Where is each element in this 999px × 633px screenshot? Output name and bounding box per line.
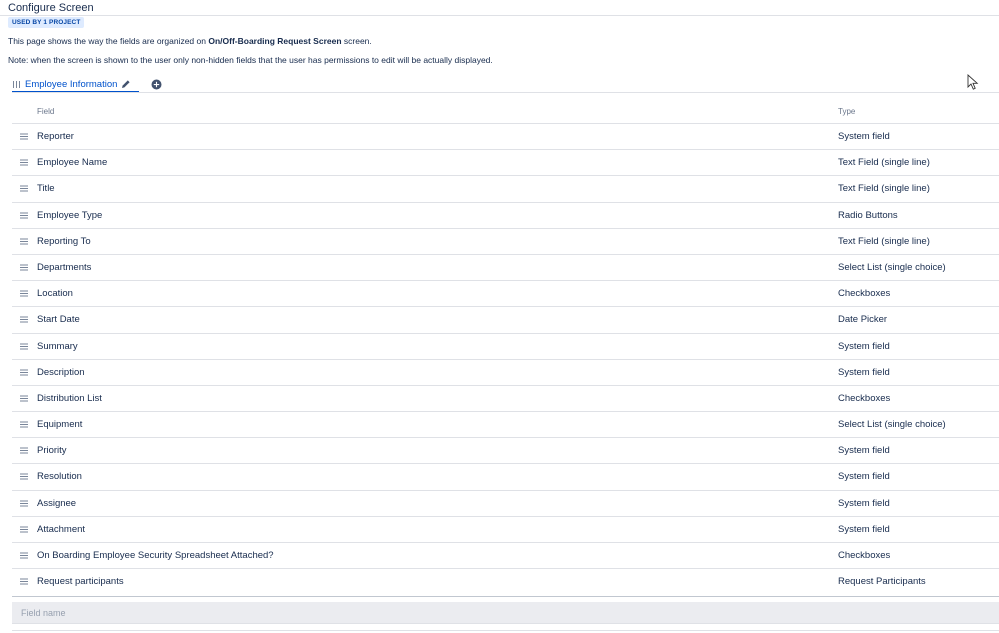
field-name: Assignee (37, 497, 77, 509)
field-type: Checkboxes (838, 392, 891, 404)
description-suffix: screen. (341, 36, 372, 46)
field-type: Select List (single choice) (838, 419, 946, 431)
description-prefix: This page shows the way the fields are o… (8, 36, 209, 46)
field-type: System field (838, 340, 890, 352)
table-row[interactable]: Request participants Request Participants (12, 568, 999, 594)
drag-handle-icon[interactable] (20, 185, 28, 192)
table-row[interactable]: Title Text Field (single line) (12, 175, 999, 201)
table-row[interactable]: Reporting To Text Field (single line) (12, 227, 999, 254)
visibility-note: Note: when the screen is shown to the us… (8, 55, 493, 65)
drag-handle-icon[interactable] (20, 447, 28, 454)
field-name: Request participants (37, 576, 124, 588)
table-row[interactable]: Assignee System field (12, 489, 999, 516)
field-name-input[interactable] (12, 602, 999, 624)
field-type: Select List (single choice) (838, 261, 946, 273)
table-row[interactable]: Summary System field (12, 332, 999, 359)
field-name: Resolution (37, 471, 82, 483)
field-name: On Boarding Employee Security Spreadshee… (37, 550, 274, 561)
fields-table: Reporter System field Employee Name Text Fi… (12, 123, 999, 594)
drag-handle-icon[interactable] (20, 421, 28, 428)
field-type: System field (838, 131, 890, 142)
table-row[interactable]: On Boarding Employee Security Spreadshee… (12, 542, 999, 568)
drag-handle-icon[interactable] (20, 526, 28, 533)
field-name: Equipment (37, 419, 83, 431)
table-row[interactable]: Reporter System field (12, 123, 999, 149)
table-row[interactable]: Location Checkboxes (12, 280, 999, 306)
drag-handle-icon[interactable] (20, 238, 28, 245)
field-type: Text Field (single line) (838, 157, 930, 169)
screen-name: On/Off-Boarding Request Screen (208, 36, 342, 46)
pencil-icon[interactable] (121, 79, 131, 89)
field-type: System field (838, 366, 890, 378)
drag-handle-icon[interactable] (20, 578, 28, 585)
field-type: Text Field (single line) (838, 235, 930, 247)
table-row[interactable]: Employee Name Text Field (single line) (12, 149, 999, 175)
field-type: Text Field (single line) (838, 183, 930, 195)
drag-handle-icon[interactable] (20, 473, 28, 480)
drag-handle-icon[interactable] (20, 212, 28, 219)
column-header-field: Field (37, 107, 55, 116)
tab-employee-information[interactable]: Employee Information (12, 77, 131, 91)
field-type: System field (838, 523, 890, 535)
drag-handle-icon[interactable] (20, 395, 28, 402)
field-name: Title (37, 183, 55, 195)
drag-handle-icon[interactable] (20, 552, 28, 559)
table-row[interactable]: Distribution List Checkboxes (12, 384, 999, 411)
field-name: Employee Type (37, 209, 103, 221)
field-type: System field (838, 471, 890, 483)
field-type: System field (838, 445, 890, 457)
drag-handle-icon[interactable] (20, 133, 28, 140)
table-row[interactable]: Priority System field (12, 437, 999, 463)
bottom-divider (12, 630, 999, 631)
column-header-type: Type (838, 107, 856, 116)
field-name: Reporting To (37, 235, 91, 247)
table-row[interactable]: Employee Type Radio Buttons (12, 201, 999, 228)
tabs-divider (12, 92, 999, 93)
plus-circle-icon[interactable] (151, 79, 162, 90)
field-name: Departments (37, 261, 92, 273)
field-name: Reporter (37, 131, 74, 142)
field-name: Priority (37, 445, 67, 457)
drag-handle-icon[interactable] (20, 264, 28, 271)
field-name: Summary (37, 340, 78, 352)
table-row[interactable]: Resolution System field (12, 463, 999, 489)
tab-label: Employee Information (25, 78, 118, 90)
field-name: Description (37, 366, 85, 378)
drag-handle-icon[interactable] (20, 500, 28, 507)
field-name: Distribution List (37, 392, 102, 404)
screen-description: This page shows the way the fields are o… (8, 36, 372, 46)
page-title: Configure Screen (8, 2, 94, 14)
title-divider (0, 15, 999, 16)
field-type: System field (838, 497, 890, 509)
table-row[interactable]: Equipment Select List (single choice) (12, 411, 999, 437)
usage-badge[interactable]: USED BY 1 PROJECT (8, 17, 85, 28)
field-type: Checkboxes (838, 288, 891, 300)
field-type: Radio Buttons (838, 209, 898, 221)
table-bottom-divider (12, 596, 999, 597)
drag-handle-icon[interactable] (20, 343, 28, 350)
drag-handle-icon[interactable] (20, 290, 28, 297)
drag-handle-icon[interactable] (20, 316, 28, 323)
table-row[interactable]: Start Date Date Picker (12, 306, 999, 332)
field-name: Start Date (37, 314, 80, 326)
drag-handle-icon[interactable] (20, 159, 28, 166)
field-name: Employee Name (37, 157, 108, 169)
drag-handle-icon[interactable] (20, 369, 28, 376)
field-type: Date Picker (838, 314, 888, 326)
field-name: Attachment (37, 523, 86, 535)
mouse-cursor-icon (967, 74, 979, 90)
table-row[interactable]: Attachment System field (12, 515, 999, 542)
table-row[interactable]: Departments Select List (single choice) (12, 253, 999, 280)
field-name: Location (37, 288, 73, 300)
field-type: Request Participants (838, 576, 926, 588)
table-row[interactable]: Description System field (12, 358, 999, 385)
grip-icon[interactable] (12, 80, 21, 89)
field-type: Checkboxes (838, 550, 891, 561)
